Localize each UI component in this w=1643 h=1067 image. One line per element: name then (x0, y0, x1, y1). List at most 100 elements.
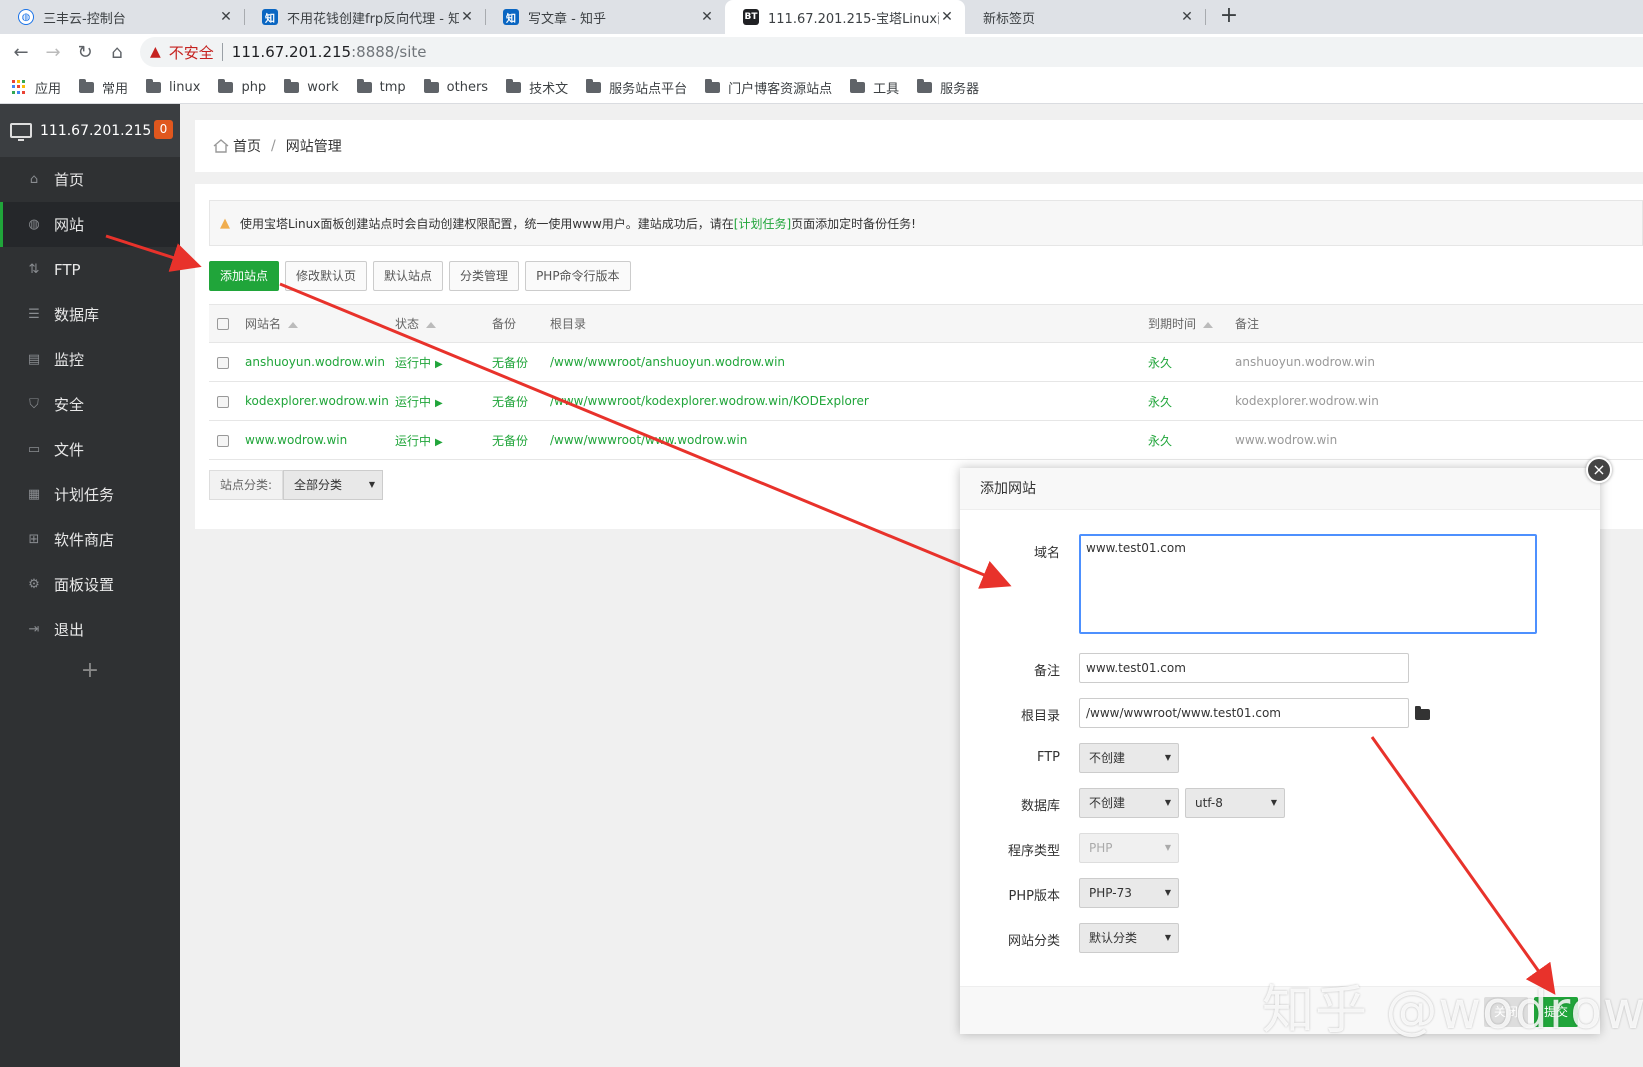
grid-icon: ⊞ (28, 531, 40, 547)
site-root[interactable]: /www/wwwroot/anshuoyun.wodrow.win (550, 342, 1148, 382)
sort-up-icon (1203, 321, 1214, 328)
browser-tab-5[interactable]: 新标签页 ✕ (965, 0, 1205, 34)
col-header-note: 备注 (1235, 304, 1643, 343)
col-header-name[interactable]: 网站名 (245, 304, 395, 343)
folder-icon: ▭ (27, 441, 41, 457)
category-select[interactable]: 全部分类 (283, 470, 384, 500)
warning-icon: ▲ (220, 215, 230, 231)
sidebar-item-database[interactable]: ☰ 数据库 (0, 292, 180, 337)
col-header-status[interactable]: 状态 (395, 304, 492, 343)
close-tab-icon[interactable]: ✕ (218, 9, 234, 25)
browser-tab-4-active[interactable]: BT 111.67.201.215-宝塔Linux面板 ✕ (725, 0, 965, 34)
note-input[interactable]: www.test01.com (1079, 653, 1409, 683)
close-tab-icon[interactable]: ✕ (459, 9, 475, 25)
bookmark-folder[interactable]: tmp (356, 78, 406, 95)
sidebar-item-home[interactable]: ⌂ 首页 (0, 157, 180, 202)
edit-default-page-button[interactable]: 修改默认页 (285, 261, 368, 291)
site-note[interactable]: kodexplorer.wodrow.win (1235, 381, 1643, 421)
sidebar-item-files[interactable]: ▭ 文件 (0, 427, 180, 472)
sidebar-item-ftp[interactable]: ⇅ FTP (0, 247, 180, 292)
sidebar-add-button[interactable]: + (0, 658, 180, 683)
site-root[interactable]: /www/wwwroot/www.wodrow.win (550, 420, 1148, 460)
site-backup[interactable]: 无备份 (492, 420, 550, 460)
bookmark-folder[interactable]: 服务站点平台 (586, 78, 687, 97)
insecure-label[interactable]: 不安全 (169, 42, 214, 63)
bookmark-folder[interactable]: linux (146, 78, 200, 95)
category-manage-button[interactable]: 分类管理 (449, 261, 520, 291)
sidebar-item-logout[interactable]: ⇥ 退出 (0, 607, 180, 652)
sidebar-item-store[interactable]: ⊞ 软件商店 (0, 517, 180, 562)
sidebar-item-label: 数据库 (54, 306, 100, 324)
database-label: 数据库 (1020, 799, 1060, 814)
folder-open-icon[interactable] (1415, 706, 1430, 720)
row-checkbox[interactable] (217, 434, 229, 447)
site-name[interactable]: anshuoyun.wodrow.win (245, 342, 395, 382)
site-expire[interactable]: 永久 (1148, 342, 1235, 382)
close-tab-icon[interactable]: ✕ (699, 9, 715, 25)
sidebar-item-monitor[interactable]: ▤ 监控 (0, 337, 180, 382)
bookmark-folder[interactable]: 常用 (79, 78, 128, 97)
domain-textarea[interactable]: www.test01.com (1079, 534, 1537, 634)
site-note[interactable]: anshuoyun.wodrow.win (1235, 342, 1643, 382)
site-expire[interactable]: 永久 (1148, 420, 1235, 460)
sidebar-item-security[interactable]: ⛉ 安全 (0, 382, 180, 427)
sidebar-item-website[interactable]: ◍ 网站 (0, 202, 180, 247)
php-cli-version-button[interactable]: PHP命令行版本 (525, 261, 631, 291)
site-backup[interactable]: 无备份 (492, 381, 550, 421)
site-name[interactable]: kodexplorer.wodrow.win (245, 381, 395, 421)
reload-icon[interactable]: ↻ (72, 40, 98, 66)
bookmark-folder[interactable]: 技术文 (506, 78, 568, 97)
add-site-button[interactable]: 添加站点 (209, 261, 280, 291)
site-status[interactable]: 运行中 ▶ (395, 420, 492, 460)
php-version-select[interactable]: PHP-73 (1079, 878, 1179, 908)
close-tab-icon[interactable]: ✕ (939, 9, 955, 25)
address-bar[interactable]: ▲ 不安全 111.67.201.215 :8888/site (140, 37, 1643, 67)
site-expire[interactable]: 永久 (1148, 381, 1235, 421)
row-checkbox[interactable] (217, 356, 229, 369)
sidebar-item-settings[interactable]: ⚙ 面板设置 (0, 562, 180, 607)
header-label: 网站名 (245, 317, 282, 331)
site-backup[interactable]: 无备份 (492, 342, 550, 382)
site-category-select[interactable]: 默认分类 (1079, 923, 1179, 953)
bookmark-folder[interactable]: 工具 (850, 78, 899, 97)
site-note[interactable]: www.wodrow.win (1235, 420, 1643, 460)
root-dir-input[interactable]: /www/wwwroot/www.test01.com (1079, 698, 1409, 728)
new-tab-button[interactable]: + (1216, 4, 1242, 30)
database-select[interactable]: 不创建 (1079, 788, 1179, 818)
back-icon[interactable]: ← (8, 40, 34, 66)
notification-badge[interactable]: 0 (154, 120, 173, 139)
site-name[interactable]: www.wodrow.win (245, 420, 395, 460)
site-status[interactable]: 运行中 ▶ (395, 381, 492, 421)
select-all-checkbox[interactable] (217, 318, 229, 330)
bookmark-folder[interactable]: php (218, 78, 266, 95)
sidebar-item-cron[interactable]: ▦ 计划任务 (0, 472, 180, 517)
site-status[interactable]: 运行中 ▶ (395, 342, 492, 382)
sidebar-item-label: 安全 (54, 396, 85, 414)
bookmark-label: 技术文 (529, 81, 569, 97)
site-root[interactable]: /www/wwwroot/kodexplorer.wodrow.win/KODE… (550, 381, 1148, 421)
forward-icon[interactable]: → (40, 40, 66, 66)
home-icon[interactable]: ⌂ (104, 40, 130, 66)
browser-tab-3[interactable]: 知 写文章 - 知乎 ✕ (485, 0, 725, 34)
bookmark-apps[interactable]: 应用 (12, 78, 61, 97)
bookmark-folder[interactable]: work (284, 78, 339, 95)
play-icon: ▶ (435, 397, 443, 409)
close-tab-icon[interactable]: ✕ (1179, 9, 1195, 25)
close-dialog-icon[interactable]: × (1586, 457, 1612, 483)
default-site-button[interactable]: 默认站点 (373, 261, 444, 291)
row-checkbox[interactable] (217, 395, 229, 408)
browser-tab-1[interactable]: ◍ 三丰云-控制台 ✕ (0, 0, 244, 34)
bookmark-folder[interactable]: 门户博客资源站点 (705, 78, 832, 97)
browser-tab-2[interactable]: 知 不用花钱创建frp反向代理 - 知乎 ✕ (244, 0, 485, 34)
col-header-expire[interactable]: 到期时间 (1148, 304, 1235, 343)
tab-title: 写文章 - 知乎 (528, 11, 606, 27)
cron-task-link[interactable]: [计划任务] (734, 215, 791, 232)
bookmark-folder[interactable]: others (423, 78, 488, 95)
sidebar-item-label: FTP (54, 260, 81, 279)
ftp-select[interactable]: 不创建 (1079, 743, 1179, 773)
breadcrumb-home[interactable]: 首页 (233, 136, 261, 156)
bookmark-folder[interactable]: 服务器 (917, 78, 979, 97)
tab-separator (1205, 9, 1206, 25)
tab-title: 111.67.201.215-宝塔Linux面板 (768, 11, 939, 27)
charset-select[interactable]: utf-8 (1185, 788, 1285, 818)
